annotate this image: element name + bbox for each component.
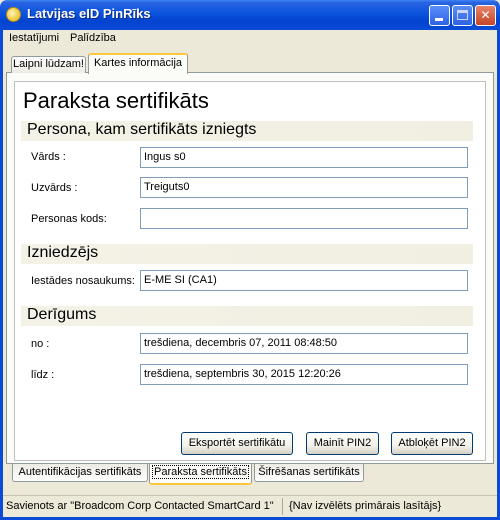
last-name-field[interactable]: Treiguts0 <box>140 177 468 198</box>
tab-card-info[interactable]: Kartes informācija <box>88 53 188 74</box>
close-button[interactable]: ✕ <box>475 5 496 26</box>
menu-help[interactable]: Palīdzība <box>70 32 116 44</box>
first-name-label: Vārds : <box>31 151 66 163</box>
tab-encryption-certificate[interactable]: Šifrēšanas sertifikāts <box>254 464 364 482</box>
tab-welcome[interactable]: Laipni lūdzam! <box>11 56 86 73</box>
valid-from-label: no : <box>31 338 50 350</box>
app-icon <box>6 7 21 22</box>
validity-heading: Derīgums <box>27 306 97 323</box>
tab-auth-certificate[interactable]: Autentifikācijas sertifikāts <box>12 464 148 482</box>
change-pin2-button[interactable]: Mainīt PIN2 <box>306 432 379 455</box>
subject-heading: Persona, kam sertifikāts izniegts <box>27 121 257 138</box>
menu-settings[interactable]: Iestatījumi <box>9 32 59 44</box>
valid-from-field[interactable]: trešdiena, decembris 07, 2011 08:48:50 <box>140 333 468 354</box>
issuer-heading: Izniedzējs <box>27 244 99 261</box>
valid-to-field[interactable]: trešdiena, septembris 30, 2015 12:20:26 <box>140 364 468 385</box>
maximize-icon <box>457 10 468 20</box>
last-name-label: Uzvārds : <box>31 182 78 194</box>
close-icon: ✕ <box>480 8 491 22</box>
unblock-pin2-button[interactable]: Atbloķēt PIN2 <box>391 432 473 455</box>
page-title: Paraksta sertifikāts <box>23 88 209 113</box>
export-certificate-button[interactable]: Eksportēt sertifikātu <box>181 432 293 455</box>
personal-code-label: Personas kods: <box>31 213 107 225</box>
minimize-icon <box>435 18 443 21</box>
status-separator <box>282 498 283 515</box>
status-connection: Savienots ar "Broadcom Corp Contacted Sm… <box>6 500 274 512</box>
window-frame-left <box>0 30 3 520</box>
valid-to-label: līdz : <box>31 369 55 381</box>
issuer-org-label: Iestādes nosaukums: <box>31 275 135 287</box>
tab-signature-certificate-label: Paraksta sertifikāts <box>152 465 249 479</box>
minimize-button[interactable] <box>429 5 450 26</box>
maximize-button[interactable] <box>452 5 473 26</box>
tab-signature-certificate[interactable]: Paraksta sertifikāts <box>149 464 252 485</box>
window-title: Latvijas eID PinRīks <box>27 6 151 21</box>
issuer-org-field[interactable]: E-ME SI (CA1) <box>140 270 468 291</box>
personal-code-field[interactable] <box>140 208 468 229</box>
status-reader: {Nav izvēlēts primārais lasītājs} <box>289 500 442 512</box>
first-name-field[interactable]: Ingus s0 <box>140 147 468 168</box>
